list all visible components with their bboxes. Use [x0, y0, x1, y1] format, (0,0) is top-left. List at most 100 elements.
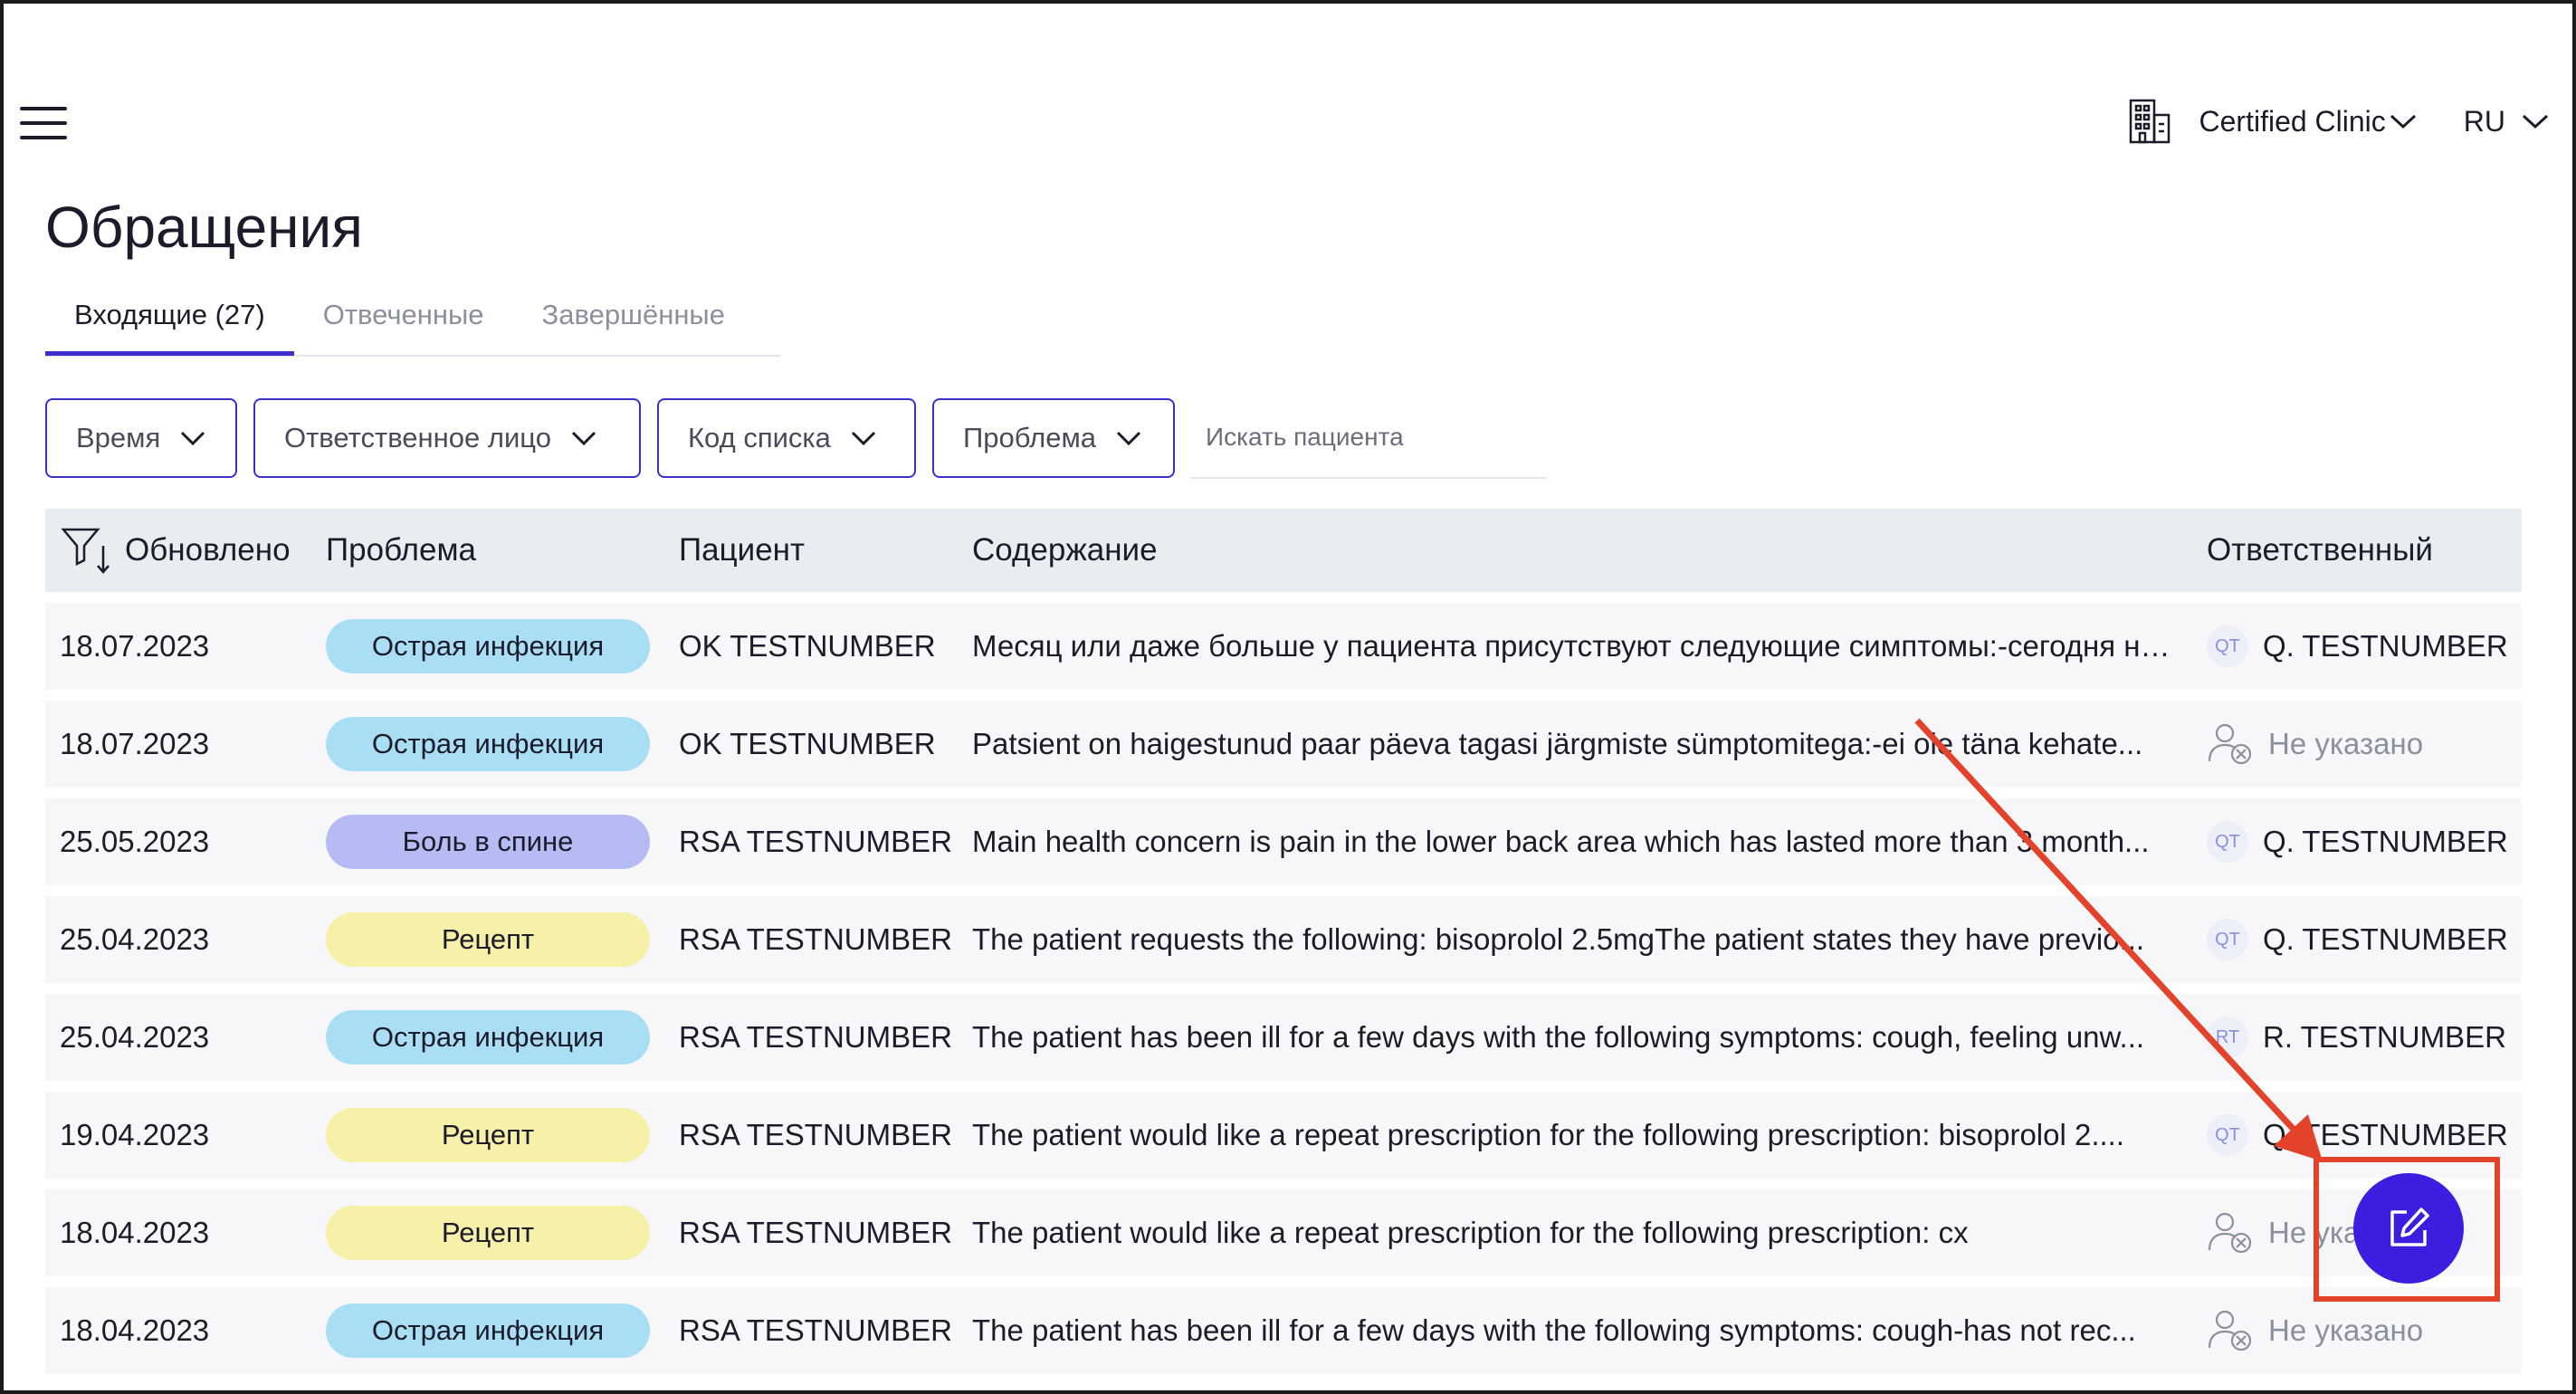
- chevron-down-icon: [181, 431, 205, 445]
- unassigned-person-icon: [2208, 723, 2252, 765]
- assignee-cell: QT Q. TESTNUMBER: [2207, 919, 2522, 960]
- patient-search-input[interactable]: [1191, 397, 1546, 479]
- assignee-cell: QT Q. TESTNUMBER: [2207, 821, 2522, 863]
- request-content: Patsient on haigestunud paar päeva tagas…: [972, 727, 2143, 760]
- assignee-name: Q. TESTNUMBER: [2263, 825, 2508, 858]
- unassigned-person-icon: [2208, 1310, 2252, 1351]
- problem-cell: Острая инфекция: [326, 1010, 679, 1065]
- avatar: QT: [2207, 919, 2248, 960]
- patient-name: RSA TESTNUMBER: [679, 1313, 952, 1347]
- tab-bar: Входящие (27) Отвеченные Завершённые: [45, 290, 780, 357]
- patient-name: RSA TESTNUMBER: [679, 1216, 952, 1249]
- tab-incoming[interactable]: Входящие (27): [45, 290, 294, 356]
- request-content: The patient has been ill for a few days …: [972, 1020, 2145, 1054]
- patient-name: RSA TESTNUMBER: [679, 922, 952, 956]
- patient-name: RSA TESTNUMBER: [679, 1118, 952, 1151]
- problem-badge: Острая инфекция: [326, 717, 650, 771]
- updated-date: 25.05.2023: [60, 825, 210, 858]
- column-header-responsible: Ответственный: [2207, 532, 2433, 568]
- updated-date: 19.04.2023: [60, 1118, 210, 1151]
- filter-problem-dropdown[interactable]: Проблема: [932, 398, 1175, 478]
- problem-cell: Рецепт: [326, 912, 679, 967]
- problem-badge: Рецепт: [326, 1108, 650, 1162]
- patient-name: RSA TESTNUMBER: [679, 825, 952, 858]
- column-header-updated[interactable]: Обновлено: [45, 524, 326, 577]
- problem-badge: Боль в спине: [326, 815, 650, 869]
- tab-answered[interactable]: Отвеченные: [294, 290, 513, 351]
- tab-completed[interactable]: Завершённые: [513, 290, 754, 351]
- requests-table: Обновлено Проблема Пациент Содержание От…: [45, 509, 2522, 1374]
- assignee-cell: Не указано: [2207, 721, 2522, 767]
- chevron-down-icon: [2522, 114, 2549, 129]
- clinic-selector[interactable]: Certified Clinic: [2199, 105, 2417, 138]
- column-header-content: Содержание: [972, 532, 1158, 568]
- topbar-right: Certified Clinic RU: [2127, 94, 2550, 148]
- language-selector[interactable]: RU: [2437, 105, 2549, 138]
- request-content: Месяц или даже больше у пациента присутс…: [972, 629, 2190, 663]
- problem-badge: Острая инфекция: [326, 619, 650, 673]
- filter-label: Проблема: [963, 422, 1097, 454]
- table-row[interactable]: 19.04.2023 Рецепт RSA TESTNUMBER The patien…: [45, 1092, 2522, 1179]
- assignee-name: R. TESTNUMBER: [2263, 1020, 2506, 1054]
- problem-cell: Острая инфекция: [326, 619, 679, 673]
- request-content: Main health concern is pain in the lower…: [972, 825, 2150, 858]
- request-content: The patient would like a repeat prescrip…: [972, 1216, 1969, 1249]
- column-label: Обновлено: [125, 532, 291, 568]
- table-header: Обновлено Проблема Пациент Содержание От…: [45, 509, 2522, 592]
- table-row[interactable]: 25.04.2023 Острая инфекция RSA TESTNUMBER T…: [45, 994, 2522, 1081]
- table-row[interactable]: 18.07.2023 Острая инфекция OK TESTNUMBER Pa…: [45, 701, 2522, 788]
- column-header-problem: Проблема: [326, 532, 476, 568]
- filter-list-code-dropdown[interactable]: Код списка: [657, 398, 916, 478]
- filter-label: Код списка: [688, 422, 831, 454]
- assignee-name: Не указано: [2268, 1313, 2424, 1347]
- filter-time-dropdown[interactable]: Время: [45, 398, 237, 478]
- patient-name: OK TESTNUMBER: [679, 727, 936, 760]
- avatar: RT: [2207, 1017, 2248, 1058]
- table-row[interactable]: 25.05.2023 Боль в спине RSA TESTNUMBER Main…: [45, 798, 2522, 885]
- updated-date: 18.07.2023: [60, 629, 210, 663]
- problem-badge: Рецепт: [326, 1206, 650, 1260]
- language-label: RU: [2463, 104, 2505, 138]
- assignee-name: Не указано: [2268, 727, 2424, 760]
- problem-cell: Острая инфекция: [326, 1303, 679, 1358]
- chevron-down-icon: [851, 431, 875, 445]
- page-title: Обращения: [45, 195, 363, 260]
- menu-icon[interactable]: [20, 105, 67, 141]
- table-row[interactable]: 18.07.2023 Острая инфекция OK TESTNUMBER Ме…: [45, 603, 2522, 690]
- problem-cell: Рецепт: [326, 1108, 679, 1162]
- table-row[interactable]: 25.04.2023 Рецепт RSA TESTNUMBER The patien…: [45, 896, 2522, 983]
- problem-cell: Острая инфекция: [326, 717, 679, 771]
- filter-label: Ответственное лицо: [284, 422, 551, 454]
- filter-bar: Время Ответственное лицо Код списка Проб…: [45, 396, 1546, 480]
- assignee-cell: RT R. TESTNUMBER: [2207, 1017, 2522, 1058]
- patient-name: RSA TESTNUMBER: [679, 1020, 952, 1054]
- sort-filter-icon[interactable]: [60, 524, 114, 577]
- request-content: The patient has been ill for a few days …: [972, 1313, 2136, 1347]
- avatar: QT: [2207, 821, 2248, 863]
- request-content: The patient requests the following: biso…: [972, 922, 2145, 956]
- problem-cell: Боль в спине: [326, 815, 679, 869]
- table-body: 18.07.2023 Острая инфекция OK TESTNUMBER Ме…: [45, 603, 2522, 1374]
- updated-date: 18.04.2023: [60, 1216, 210, 1249]
- column-header-patient: Пациент: [679, 532, 806, 568]
- updated-date: 25.04.2023: [60, 1020, 210, 1054]
- table-row[interactable]: 18.04.2023 Острая инфекция RSA TESTNUMBER T…: [45, 1287, 2522, 1374]
- assignee-name: Q. TESTNUMBER: [2263, 922, 2508, 956]
- assignee-cell: QT Q. TESTNUMBER: [2207, 1114, 2522, 1156]
- problem-badge: Острая инфекция: [326, 1303, 650, 1358]
- updated-date: 18.04.2023: [60, 1313, 210, 1347]
- clinic-name: Certified Clinic: [2199, 104, 2386, 138]
- request-content: The patient would like a repeat prescrip…: [972, 1118, 2125, 1151]
- patient-name: OK TESTNUMBER: [679, 629, 936, 663]
- avatar: QT: [2207, 1114, 2248, 1156]
- unassigned-person-icon: [2208, 1212, 2252, 1254]
- filter-responsible-dropdown[interactable]: Ответственное лицо: [253, 398, 641, 478]
- table-row[interactable]: 18.04.2023 Рецепт RSA TESTNUMBER The patien…: [45, 1189, 2522, 1276]
- updated-date: 18.07.2023: [60, 727, 210, 760]
- filter-label: Время: [76, 422, 161, 454]
- updated-date: 25.04.2023: [60, 922, 210, 956]
- assignee-cell: QT Q. TESTNUMBER: [2207, 625, 2522, 667]
- compose-button[interactable]: [2353, 1173, 2464, 1284]
- chevron-down-icon: [2390, 114, 2416, 129]
- avatar: QT: [2207, 625, 2248, 667]
